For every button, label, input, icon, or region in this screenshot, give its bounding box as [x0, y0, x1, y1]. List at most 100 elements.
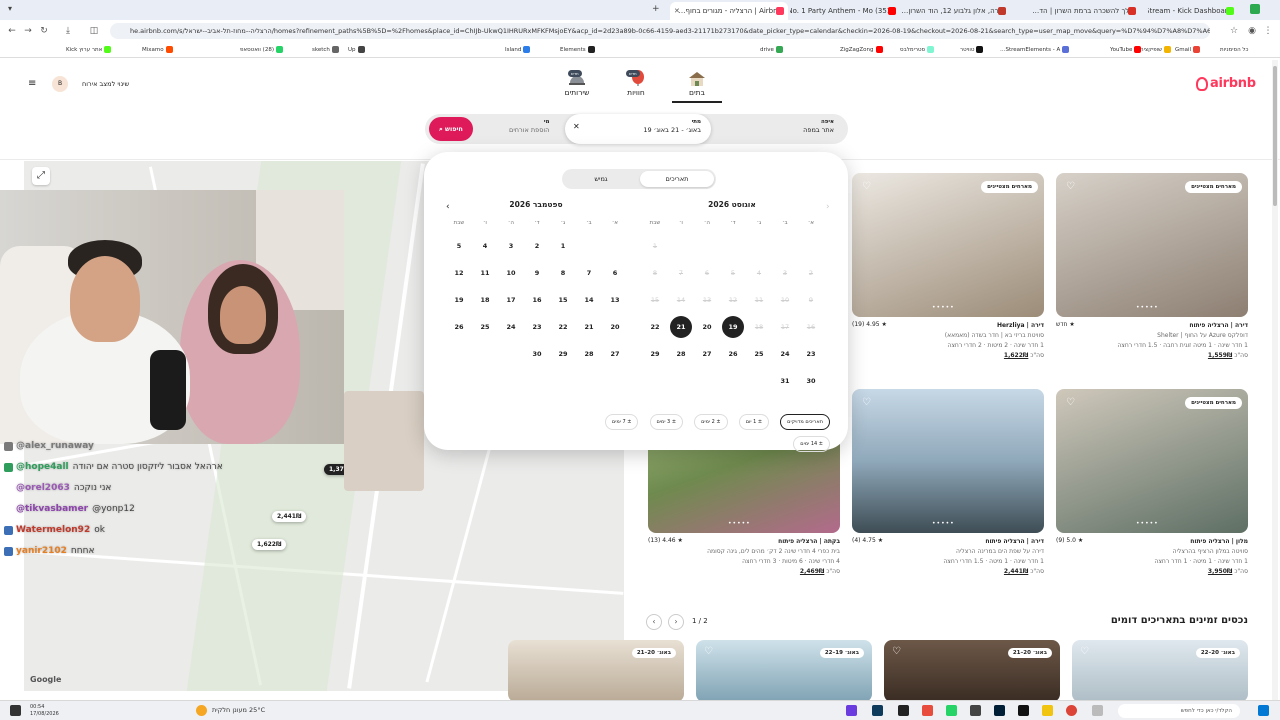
heart-icon[interactable]: ♡	[1066, 181, 1075, 192]
bookmark-item[interactable]: YouTube	[1110, 42, 1142, 57]
similar-listing[interactable]: 21–20 באוג׳ ♡	[884, 640, 1060, 702]
fullscreen-map-icon[interactable]: ⤢	[32, 167, 50, 185]
calendar-day[interactable]: 27	[696, 343, 718, 365]
calendar-day[interactable]: 24	[774, 343, 796, 365]
search-who-field[interactable]: מי הוספת אורחים	[509, 119, 549, 134]
file-explorer-icon[interactable]	[1042, 705, 1053, 716]
bookmark-item[interactable]: Mixamo	[142, 42, 173, 57]
bookmark-item[interactable]: אתר ערוץ Kick	[66, 42, 112, 57]
calendar-day[interactable]: 5	[448, 235, 470, 257]
task-view-icon[interactable]	[1092, 705, 1103, 716]
airbnb-logo[interactable]: airbnb	[1196, 76, 1256, 91]
chip-flex-3[interactable]: ± 3 ימים	[649, 414, 684, 430]
listing-card[interactable]: מארחים מצטיינים ♡ ••••• דירה | הרצליה פית…	[1056, 173, 1248, 361]
bookmark-item[interactable]: StreamElements - A…	[1000, 42, 1070, 57]
calendar-day[interactable]: 22	[644, 316, 666, 338]
category-experiences[interactable]: חדש חוויות	[616, 70, 656, 97]
bookmark-item[interactable]: drive	[760, 42, 783, 57]
calendar-day[interactable]: 3	[500, 235, 522, 257]
switch-to-hosting-link[interactable]: שינוי למצב אירוח	[82, 80, 129, 88]
bookmark-item[interactable]: כל הסימניות	[1220, 42, 1248, 57]
calendar-day[interactable]: 2	[526, 235, 548, 257]
bookmark-item[interactable]: Elements	[560, 42, 595, 57]
back-icon[interactable]: ←	[6, 25, 18, 37]
calendar-day[interactable]: 26	[448, 316, 470, 338]
search-where-field[interactable]: איפה אתר במפה	[803, 119, 834, 134]
calendar-day[interactable]: 21	[578, 316, 600, 338]
taskbar-app-icon[interactable]	[846, 705, 857, 716]
taskbar-app-icon[interactable]	[946, 705, 957, 716]
calendar-day[interactable]: 30	[526, 343, 548, 365]
calendar-day[interactable]: 23	[800, 343, 822, 365]
calendar-day[interactable]: 11	[474, 262, 496, 284]
hamburger-menu-icon[interactable]: ≡	[28, 78, 36, 89]
tab-dates[interactable]: תאריכים	[640, 171, 714, 187]
similar-listing[interactable]: 22–19 באוג׳ ♡	[696, 640, 872, 702]
calendar-day[interactable]: 17	[500, 289, 522, 311]
profile-icon[interactable]: ◉	[1246, 25, 1258, 37]
system-clock[interactable]: 00:54 17/08/2026	[30, 704, 59, 718]
heart-icon[interactable]: ♡	[1066, 397, 1075, 408]
calendar-day[interactable]: 29	[552, 343, 574, 365]
bookmark-item[interactable]: Up	[348, 42, 365, 57]
url-input[interactable]: he.airbnb.com/s/הרצליה--מחוז-תל-אביב--יש…	[110, 23, 1210, 39]
bookmark-item[interactable]: (28) וואטסאפ	[240, 42, 283, 57]
prev-month-icon[interactable]: ›	[826, 202, 830, 212]
calendar-day[interactable]: 24	[500, 316, 522, 338]
browser-tab[interactable]: דירה, אלון גלבוע 12, הוד השרון…	[900, 2, 1010, 20]
calendar-day[interactable]: 20	[696, 316, 718, 338]
calendar-day[interactable]: 12	[448, 262, 470, 284]
calendar-day[interactable]: 19	[722, 316, 744, 338]
chip-flex-2[interactable]: ± 2 ימים	[694, 414, 728, 430]
calendar-day[interactable]: 23	[526, 316, 548, 338]
taskbar-search-input[interactable]: הקלד/י כאן כדי לחפש	[1118, 704, 1240, 718]
bookmark-item[interactable]: טוויטר	[960, 42, 984, 57]
taskbar-app-icon[interactable]	[1018, 705, 1029, 716]
chip-flex-7[interactable]: ± 7 ימים	[604, 414, 639, 430]
bookmark-item[interactable]: Gmail	[1175, 42, 1201, 57]
chip-flex-1[interactable]: ± 1 יום	[738, 414, 770, 430]
calendar-day[interactable]: 7	[578, 262, 600, 284]
bookmark-item[interactable]: ZigZagZong	[840, 42, 883, 57]
calendar-day[interactable]: 31	[774, 370, 796, 392]
similar-listing[interactable]: 22–20 באוג׳ ♡	[1072, 640, 1248, 702]
chrome-icon[interactable]	[1066, 705, 1077, 716]
category-services[interactable]: חדש שירותים	[552, 70, 602, 97]
calendar-day[interactable]: 27	[604, 343, 626, 365]
calendar-day[interactable]: 6	[604, 262, 626, 284]
map-listing-preview[interactable]	[344, 391, 424, 491]
windows-start-icon[interactable]	[1258, 705, 1269, 716]
chip-flex-14[interactable]: ± 14 ימים	[793, 436, 830, 452]
calendar-day[interactable]: 14	[578, 289, 600, 311]
reload-icon[interactable]: ↻	[38, 25, 50, 37]
close-tab-icon[interactable]: ✕	[674, 2, 680, 20]
category-homes[interactable]: בתים	[672, 70, 722, 103]
kebab-menu-icon[interactable]: ⋮	[1262, 25, 1274, 37]
notifications-icon[interactable]	[10, 705, 21, 716]
calendar-day[interactable]: 20	[604, 316, 626, 338]
tab-flexible[interactable]: גמיש	[564, 171, 638, 187]
listing-card[interactable]: מארחים מצטיינים ♡ ••••• מלון | הרצליה פית…	[1056, 389, 1248, 577]
calendar-day[interactable]: 26	[722, 343, 744, 365]
calendar-day[interactable]: 1	[552, 235, 574, 257]
forward-icon[interactable]: →	[22, 25, 34, 37]
next-page-icon[interactable]: ›	[668, 614, 684, 630]
bookmark-item[interactable]: סטרימלבס	[900, 42, 935, 57]
photoshop-icon[interactable]	[994, 705, 1005, 716]
search-when-field[interactable]: מתי 19 באוג׳ - 21 באוג׳ ✕	[565, 114, 711, 144]
calendar-day[interactable]: 15	[552, 289, 574, 311]
calendar-day[interactable]: 28	[578, 343, 600, 365]
calendar-day[interactable]: 25	[474, 316, 496, 338]
calendar-day[interactable]: 21	[670, 316, 692, 338]
calendar-day[interactable]: 22	[552, 316, 574, 338]
listing-photo[interactable]: ♡ •••••	[852, 389, 1044, 533]
prev-page-icon[interactable]: ‹	[646, 614, 662, 630]
scrollbar-thumb[interactable]	[1273, 66, 1277, 206]
calendar-day[interactable]: 10	[500, 262, 522, 284]
calendar-day[interactable]: 9	[526, 262, 548, 284]
listing-photo[interactable]: מארחים מצטיינים ♡ •••••	[1056, 389, 1248, 533]
listing-card[interactable]: ♡ ••••• דירה | הרצליה פיתוח דירה על שפת ה…	[852, 389, 1044, 577]
listing-photo[interactable]: מארחים מצטיינים ♡ •••••	[852, 173, 1044, 317]
heart-icon[interactable]: ♡	[1080, 646, 1089, 657]
weather-icon[interactable]	[196, 705, 207, 716]
